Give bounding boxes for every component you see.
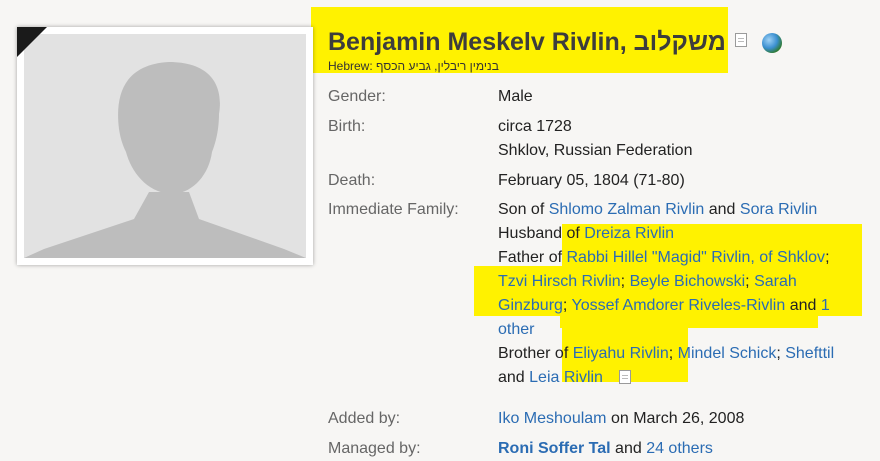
- managed-by-value: Roni Soffer Tal and 24 others: [498, 440, 713, 458]
- child-link-4[interactable]: Sarah: [754, 273, 797, 290]
- birth-date: circa 1728: [498, 118, 572, 135]
- and-text: and: [704, 201, 740, 218]
- sibling-link-4[interactable]: Leia Rivlin: [529, 369, 603, 386]
- family-brother-line: Brother of Eliyahu Rivlin; Mindel Schick…: [498, 345, 834, 363]
- family-father-line: Father of Rabbi Hillel "Magid" Rivlin, o…: [498, 249, 830, 267]
- hebrew-name: Hebrew: בנימין ריבלין, גביע הכסף: [328, 59, 499, 73]
- family-husband-line: Husband of Dreiza Rivlin: [498, 225, 674, 243]
- profile-photo-frame[interactable]: [17, 27, 313, 265]
- child-link-4-cont[interactable]: Ginzburg: [498, 297, 563, 314]
- added-date: on March 26, 2008: [606, 410, 745, 427]
- document-icon[interactable]: [619, 370, 631, 384]
- separator: ;: [825, 249, 830, 266]
- added-by-user-link[interactable]: Iko Meshoulam: [498, 410, 607, 427]
- and-text: and: [785, 297, 821, 314]
- and-text: and: [498, 369, 530, 386]
- other-managers-link[interactable]: 24 others: [646, 440, 713, 457]
- family-children-line-3: Ginzburg; Yossef Amdorer Riveles-Rivlin …: [498, 297, 830, 315]
- separator: ;: [745, 273, 755, 290]
- sibling-link-2[interactable]: Mindel Schick: [678, 345, 777, 362]
- silhouette-avatar: [24, 34, 306, 258]
- added-by-value: Iko Meshoulam on March 26, 2008: [498, 410, 744, 428]
- child-link-1[interactable]: Rabbi Hillel "Magid" Rivlin, of Shklov: [566, 249, 825, 266]
- profile-name: Benjamin Meskelv Rivlin, משקלוב: [328, 28, 726, 56]
- child-link-5[interactable]: Yossef Amdorer Riveles-Rivlin: [572, 297, 786, 314]
- spouse-link[interactable]: Dreiza Rivlin: [584, 225, 674, 242]
- and-text: and: [610, 440, 647, 457]
- sibling-link-3[interactable]: Shefttil: [785, 345, 834, 362]
- mourning-ribbon: [17, 27, 47, 57]
- brother-of-text: Brother of: [498, 345, 573, 362]
- separator: ;: [668, 345, 678, 362]
- managed-by-label: Managed by:: [328, 440, 421, 457]
- more-children-link-cont[interactable]: other: [498, 321, 534, 338]
- son-of-text: Son of: [498, 201, 549, 218]
- manager-link[interactable]: Roni Soffer Tal: [498, 440, 611, 457]
- more-children-link[interactable]: 1: [821, 297, 830, 314]
- immediate-family-label: Immediate Family:: [328, 201, 459, 218]
- mother-link[interactable]: Sora Rivlin: [740, 201, 817, 218]
- avatar-silhouette-icon: [24, 62, 306, 258]
- gender-value: Male: [498, 88, 533, 105]
- added-by-label: Added by:: [328, 410, 401, 427]
- separator: ;: [620, 273, 630, 290]
- sibling-link-1[interactable]: Eliyahu Rivlin: [573, 345, 669, 362]
- separator: ;: [776, 345, 786, 362]
- globe-icon[interactable]: [762, 33, 782, 53]
- family-children-line-2: Tzvi Hirsch Rivlin; Beyle Bichowski; Sar…: [498, 273, 797, 291]
- husband-of-text: Husband of: [498, 225, 585, 242]
- child-link-2[interactable]: Tzvi Hirsch Rivlin: [498, 273, 621, 290]
- family-brother-line-2: and Leia Rivlin: [498, 369, 603, 387]
- document-icon[interactable]: [735, 33, 747, 47]
- birth-label: Birth:: [328, 118, 366, 135]
- death-label: Death:: [328, 172, 376, 189]
- separator: ;: [562, 297, 572, 314]
- father-link[interactable]: Shlomo Zalman Rivlin: [549, 201, 705, 218]
- father-of-text: Father of: [498, 249, 567, 266]
- gender-label: Gender:: [328, 88, 386, 105]
- family-children-line-4: other: [498, 321, 534, 339]
- death-value: February 05, 1804 (71-80): [498, 172, 685, 189]
- child-link-3[interactable]: Beyle Bichowski: [630, 273, 746, 290]
- birth-place: Shklov, Russian Federation: [498, 142, 693, 159]
- family-son-line: Son of Shlomo Zalman Rivlin and Sora Riv…: [498, 201, 817, 219]
